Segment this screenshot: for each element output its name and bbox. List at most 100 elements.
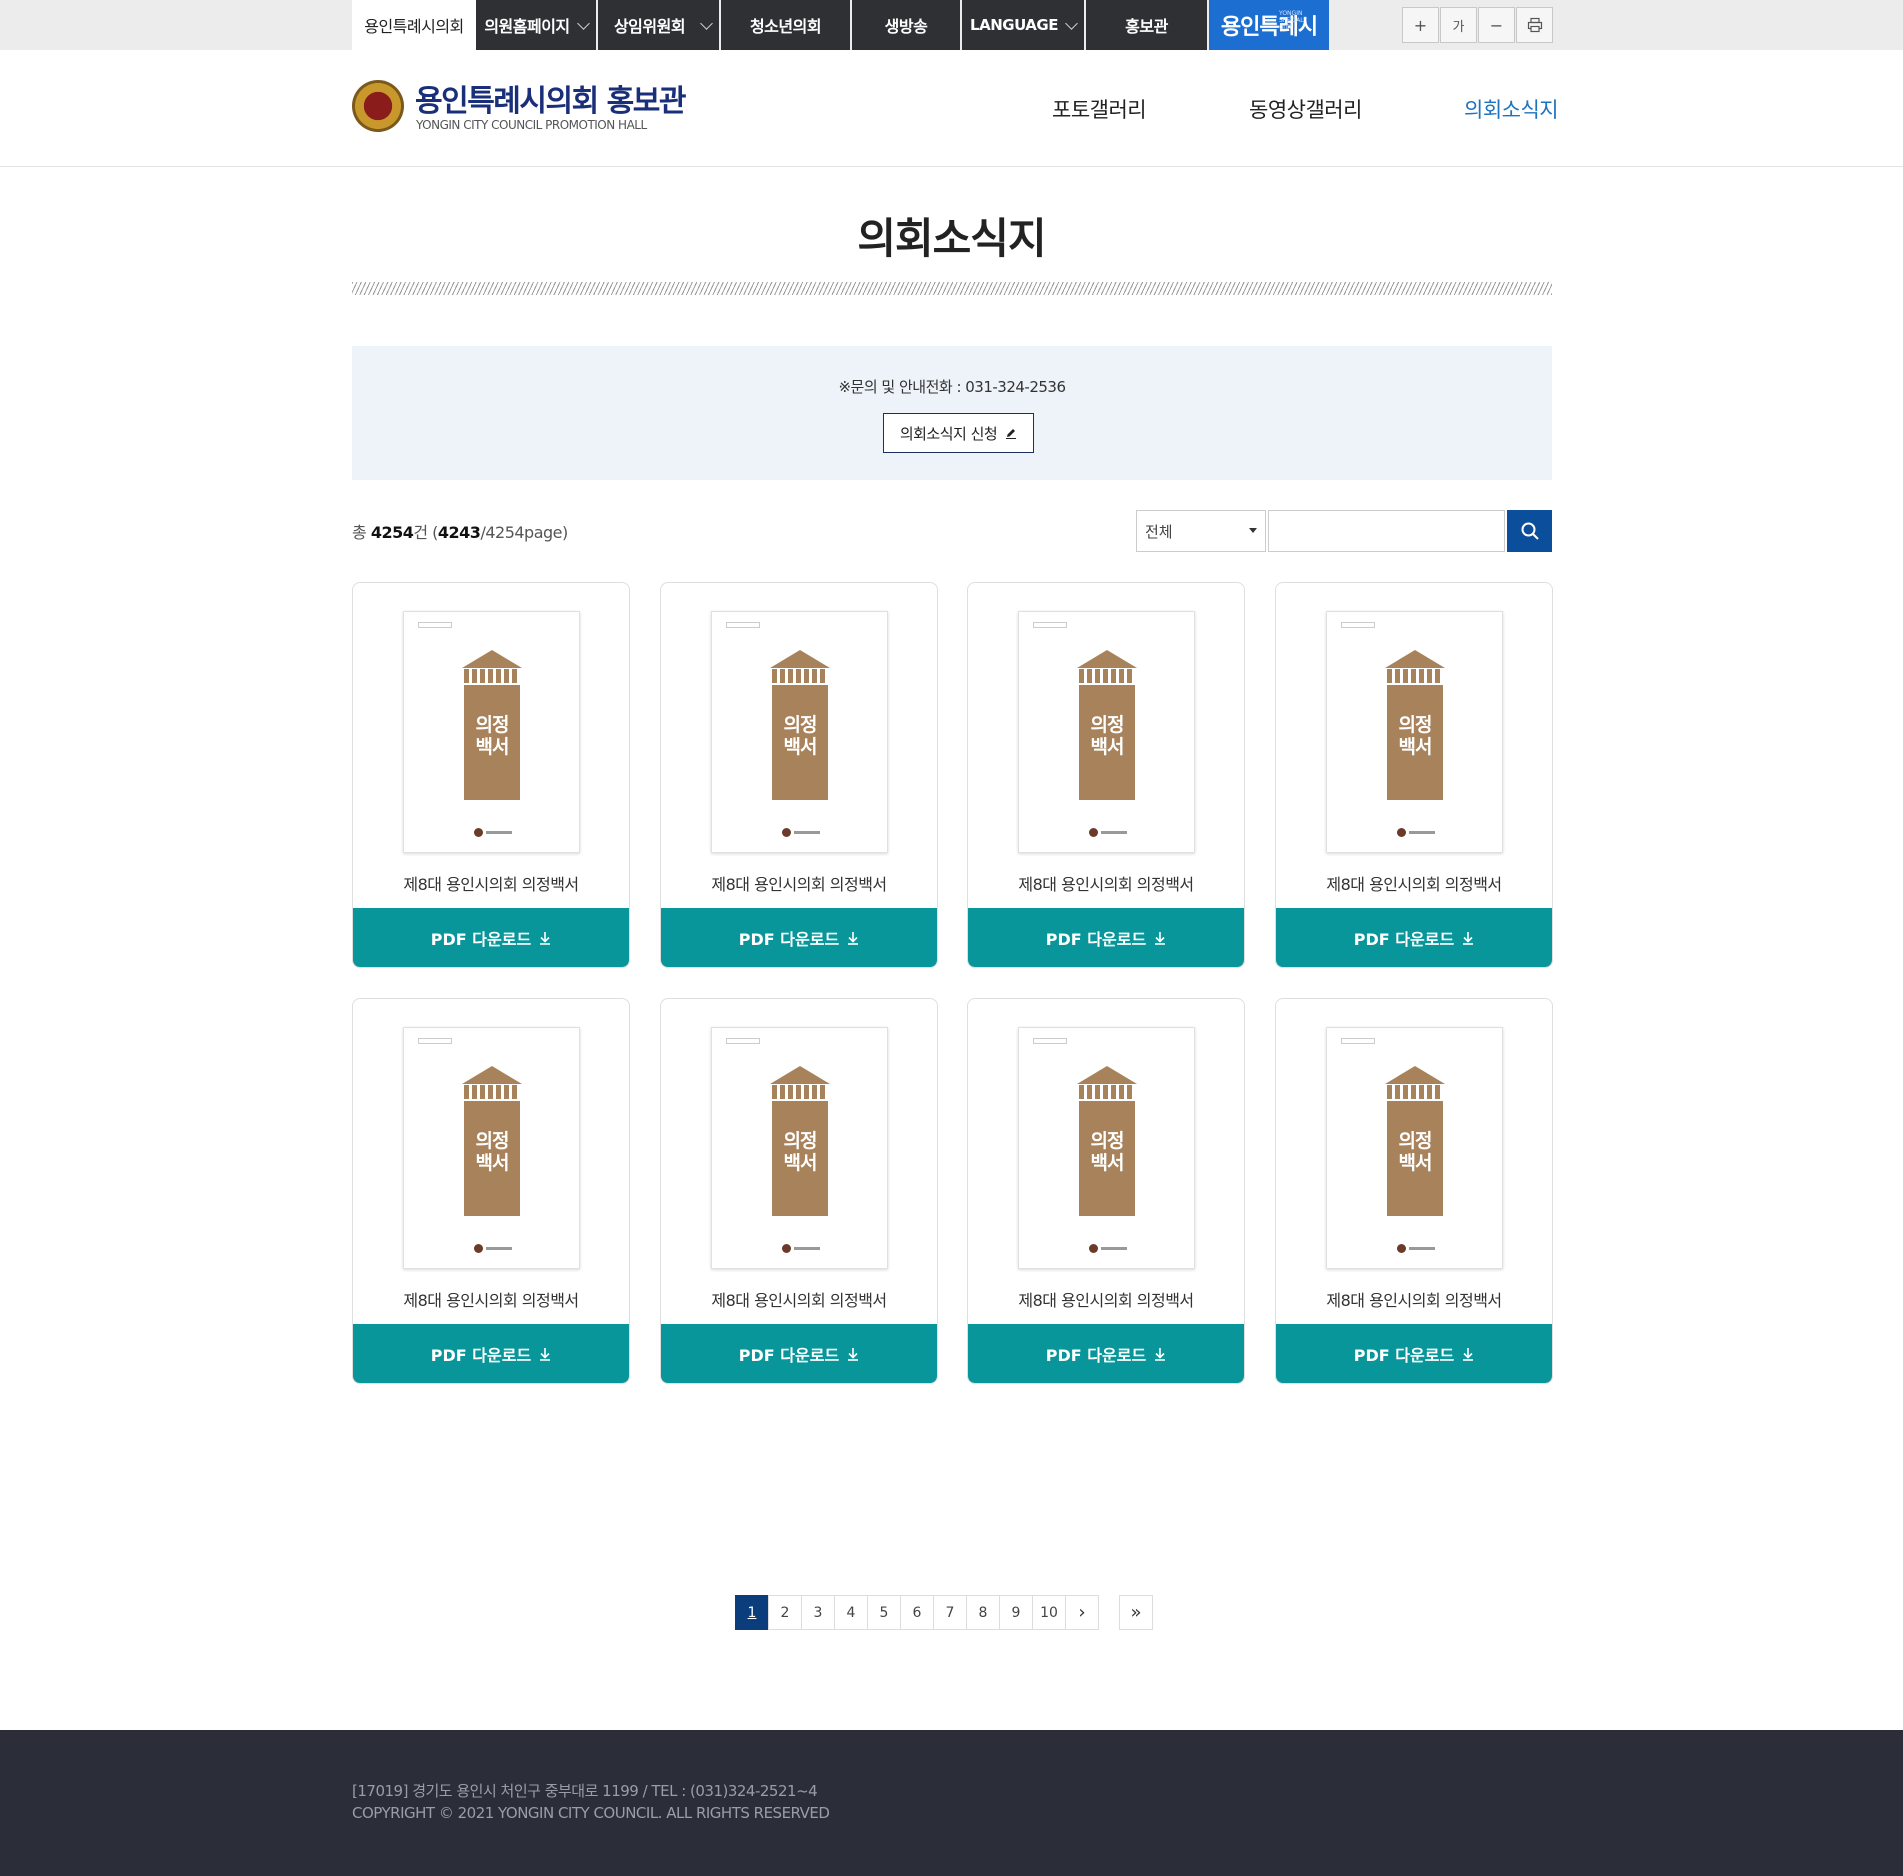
newsletter-title[interactable]: 제8대 용인시의회 의정백서: [968, 871, 1244, 895]
topnav-live[interactable]: 생방송: [852, 0, 962, 50]
pdf-download-button[interactable]: PDF 다운로드: [353, 1324, 629, 1383]
next-page-button[interactable]: ›: [1065, 1595, 1099, 1630]
cover-building-roof: [1385, 650, 1445, 668]
newsletter-title[interactable]: 제8대 용인시의회 의정백서: [353, 871, 629, 895]
apply-newsletter-button[interactable]: 의회소식지 신청: [883, 413, 1034, 453]
search-button[interactable]: [1507, 510, 1552, 552]
pagination: 1 2 3 4 5 6 7 8 9 10 › »: [735, 1595, 1153, 1630]
search-input[interactable]: [1268, 510, 1505, 552]
cover-title: 의정 백서: [1398, 1130, 1433, 1174]
cover-header-mark: [726, 622, 760, 628]
page-number-10[interactable]: 10: [1032, 1595, 1066, 1630]
council-seal-icon: [782, 1244, 791, 1253]
download-icon: [1155, 1348, 1166, 1361]
minus-icon: −: [1489, 15, 1504, 35]
cover-building-columns: [464, 1085, 520, 1099]
newsletter-title[interactable]: 제8대 용인시의회 의정백서: [661, 871, 937, 895]
plus-icon: +: [1413, 15, 1428, 35]
pdf-download-button[interactable]: PDF 다운로드: [661, 1324, 937, 1383]
newsletter-cover-image[interactable]: 의정 백서: [1018, 611, 1195, 853]
page-number-1[interactable]: 1: [735, 1595, 769, 1630]
cover-building-columns: [772, 1085, 828, 1099]
page-number-4[interactable]: 4: [834, 1595, 868, 1630]
cover-building-roof: [770, 1066, 830, 1084]
cover-title: 의정 백서: [475, 1130, 510, 1174]
newsletter-card: 의정 백서제8대 용인시의회 의정백서 PDF 다운로드: [967, 582, 1245, 968]
topnav-committee[interactable]: 상임위원회: [598, 0, 721, 50]
download-icon: [848, 1348, 859, 1361]
cover-title: 의정 백서: [475, 714, 510, 758]
top-navigation: 용인특례시의회 의원홈페이지 상임위원회 청소년의회 생방송 LANGUAGE …: [352, 0, 1329, 50]
site-footer: [17019] 경기도 용인시 처인구 중부대로 1199 / TEL : (0…: [0, 1730, 1903, 1876]
cover-publisher-mark: [1409, 1247, 1435, 1250]
page-number-list: 1 2 3 4 5 6 7 8 9 10: [735, 1595, 1066, 1630]
yongin-city-link[interactable]: 용인특례시 YONGIN SPECIAL CITY: [1209, 0, 1329, 50]
pdf-download-button[interactable]: PDF 다운로드: [661, 908, 937, 967]
zoom-in-button[interactable]: +: [1402, 7, 1439, 43]
chevron-down-icon: [1065, 17, 1078, 30]
pdf-download-button[interactable]: PDF 다운로드: [1276, 908, 1552, 967]
newsletter-title[interactable]: 제8대 용인시의회 의정백서: [968, 1287, 1244, 1311]
cover-building-roof: [462, 1066, 522, 1084]
cover-building-columns: [464, 669, 520, 683]
topnav-promo[interactable]: 홍보관: [1086, 0, 1209, 50]
cover-title: 의정 백서: [783, 1130, 818, 1174]
nav-video-gallery[interactable]: 동영상갤러리: [1249, 94, 1362, 124]
download-icon: [1155, 932, 1166, 945]
newsletter-cover-image[interactable]: 의정 백서: [403, 611, 580, 853]
topnav-members[interactable]: 의원홈페이지: [476, 0, 598, 50]
chevron-down-icon: [700, 17, 713, 30]
topnav-council-home[interactable]: 용인특례시의회: [352, 0, 476, 50]
page-number-2[interactable]: 2: [768, 1595, 802, 1630]
last-page-button[interactable]: »: [1119, 1595, 1153, 1630]
pdf-download-button[interactable]: PDF 다운로드: [1276, 1324, 1552, 1383]
site-title[interactable]: 용인특례시의회 홍보관: [415, 76, 686, 120]
newsletter-cover-image[interactable]: 의정 백서: [403, 1027, 580, 1269]
newsletter-cover-image[interactable]: 의정 백서: [711, 611, 888, 853]
newsletter-title[interactable]: 제8대 용인시의회 의정백서: [1276, 1287, 1552, 1311]
newsletter-cover-image[interactable]: 의정 백서: [1326, 1027, 1503, 1269]
page-number-3[interactable]: 3: [801, 1595, 835, 1630]
footer-copyright: COPYRIGHT © 2021 YONGIN CITY COUNCIL. AL…: [352, 1804, 830, 1822]
newsletter-cover-image[interactable]: 의정 백서: [711, 1027, 888, 1269]
nav-newsletter[interactable]: 의회소식지: [1464, 94, 1559, 124]
font-reset-button[interactable]: 가: [1440, 7, 1477, 43]
topnav-language[interactable]: LANGUAGE: [962, 0, 1086, 50]
print-button[interactable]: [1516, 7, 1553, 43]
topnav-youth[interactable]: 청소년의회: [721, 0, 852, 50]
page-number-8[interactable]: 8: [966, 1595, 1000, 1630]
page-number-7[interactable]: 7: [933, 1595, 967, 1630]
cover-publisher-mark: [1101, 1247, 1127, 1250]
cover-title: 의정 백서: [783, 714, 818, 758]
pdf-download-button[interactable]: PDF 다운로드: [968, 908, 1244, 967]
caret-down-icon: [1249, 528, 1257, 533]
cover-building-columns: [1079, 1085, 1135, 1099]
cover-building-roof: [462, 650, 522, 668]
newsletter-title[interactable]: 제8대 용인시의회 의정백서: [1276, 871, 1552, 895]
newsletter-cover-image[interactable]: 의정 백서: [1326, 611, 1503, 853]
page-title: 의회소식지: [857, 214, 1046, 263]
council-seal-icon: [474, 1244, 483, 1253]
footer-address: [17019] 경기도 용인시 처인구 중부대로 1199 / TEL : (0…: [352, 1782, 818, 1800]
search-category-select[interactable]: 전체: [1136, 510, 1266, 552]
title-divider: [352, 282, 1552, 295]
pdf-download-button[interactable]: PDF 다운로드: [968, 1324, 1244, 1383]
cover-publisher-mark: [486, 831, 512, 834]
site-subtitle: YONGIN CITY COUNCIL PROMOTION HALL: [416, 118, 647, 132]
page-number-6[interactable]: 6: [900, 1595, 934, 1630]
page-number-5[interactable]: 5: [867, 1595, 901, 1630]
newsletter-title[interactable]: 제8대 용인시의회 의정백서: [353, 1287, 629, 1311]
download-icon: [540, 932, 551, 945]
newsletter-cover-image[interactable]: 의정 백서: [1018, 1027, 1195, 1269]
page-number-9[interactable]: 9: [999, 1595, 1033, 1630]
council-seal-icon: [1397, 1244, 1406, 1253]
newsletter-title[interactable]: 제8대 용인시의회 의정백서: [661, 1287, 937, 1311]
nav-photo-gallery[interactable]: 포토갤러리: [1052, 94, 1147, 124]
pdf-download-button[interactable]: PDF 다운로드: [353, 908, 629, 967]
zoom-out-button[interactable]: −: [1478, 7, 1515, 43]
download-icon: [1463, 1348, 1474, 1361]
cover-building-roof: [770, 650, 830, 668]
download-icon: [540, 1348, 551, 1361]
cover-publisher-mark: [1101, 831, 1127, 834]
council-emblem-logo[interactable]: [352, 80, 404, 132]
